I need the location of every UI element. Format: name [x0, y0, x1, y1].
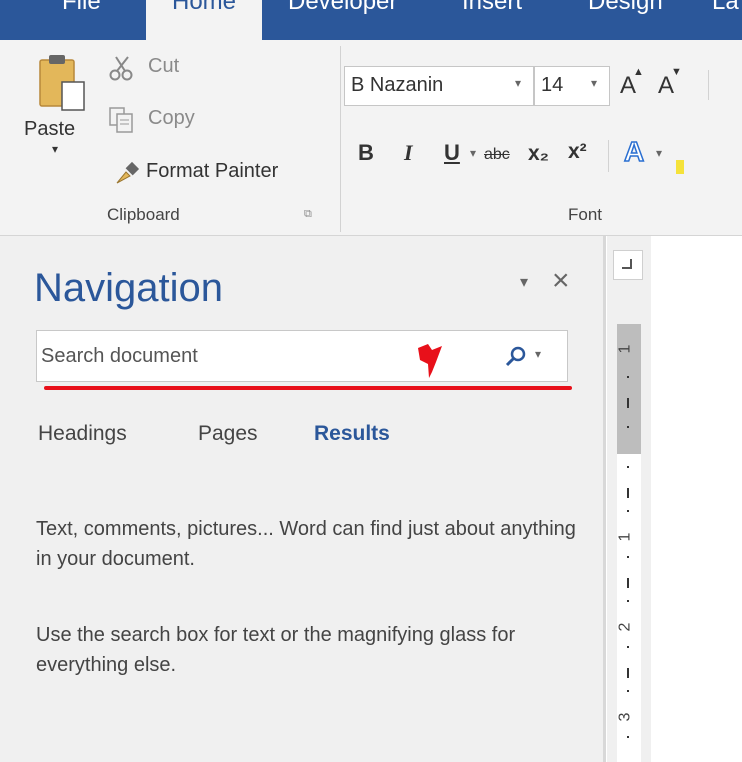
tab-results[interactable]: Results: [314, 422, 390, 446]
red-underline-annotation: [44, 386, 572, 390]
clipboard-group-label: Clipboard: [107, 205, 180, 224]
paste-dropdown-arrow[interactable]: ▾: [52, 142, 58, 156]
ruler-tick: [627, 426, 629, 428]
ruler-label: 2: [616, 622, 634, 632]
close-icon[interactable]: ×: [552, 264, 570, 298]
highlight-color-icon[interactable]: [676, 140, 684, 174]
font-name-value: B Nazanin: [351, 74, 444, 96]
ruler-tick: [627, 736, 629, 738]
font-group-label: Font: [568, 205, 603, 224]
group-separator: [340, 46, 341, 232]
italic-button[interactable]: I: [404, 140, 413, 166]
magnifying-glass-icon[interactable]: [505, 345, 527, 367]
search-options-dropdown-icon[interactable]: ▾: [535, 347, 541, 361]
clipboard-paste-icon: [39, 55, 85, 111]
copy-button[interactable]: Copy: [108, 104, 228, 134]
ruler-tick: [627, 690, 629, 692]
tab-pages[interactable]: Pages: [198, 422, 258, 446]
format-painter-label: Format Painter: [146, 160, 279, 182]
bold-button[interactable]: B: [358, 140, 374, 166]
ruler-tick: [627, 668, 629, 678]
font-size-dropdown-icon[interactable]: ▾: [591, 76, 597, 90]
results-help-text-1: Text, comments, pictures... Word can fin…: [36, 518, 576, 570]
ruler-tick: [627, 488, 629, 498]
text-effects-button[interactable]: A: [623, 135, 645, 168]
navigation-pane: Navigation ▾ × Search document ▾ Heading…: [0, 236, 603, 762]
document-ruler-area: 1 1 2 3: [603, 236, 742, 762]
tab-file[interactable]: File: [62, 0, 101, 16]
format-painter-button[interactable]: Format Painter: [114, 156, 324, 188]
navigation-title: Navigation: [34, 266, 224, 310]
text-effects-dropdown-icon[interactable]: ▾: [656, 146, 662, 160]
search-placeholder: Search document: [41, 345, 198, 367]
ruler-tick: [627, 646, 629, 648]
strikethrough-button[interactable]: abc: [484, 146, 510, 164]
paste-label: Paste: [24, 118, 76, 140]
subscript-button[interactable]: x₂: [528, 142, 549, 166]
ruler-tick: [627, 466, 629, 468]
red-arrow-annotation-icon: [418, 344, 442, 378]
ruler-tick: [627, 376, 629, 378]
tab-selector-button[interactable]: [613, 250, 643, 280]
ribbon-panel: Paste ▾ Cut Copy Format Painter Clipboar…: [0, 40, 742, 236]
tab-design[interactable]: Design: [588, 0, 663, 16]
cut-label: Cut: [148, 55, 180, 77]
ruler-tick: [627, 510, 629, 512]
font-size-value: 14: [541, 74, 564, 96]
font-separator-2: [608, 140, 609, 172]
tab-developer[interactable]: Developer: [288, 0, 397, 16]
scissors-icon: [109, 56, 133, 81]
superscript-button[interactable]: x²: [568, 140, 587, 164]
font-name-combo[interactable]: B Nazanin ▾: [344, 66, 534, 106]
copy-label: Copy: [148, 107, 195, 129]
results-help-text-2: Use the search box for text or the magni…: [36, 624, 516, 676]
font-size-combo[interactable]: 14 ▾: [534, 66, 610, 106]
search-input[interactable]: Search document ▾: [36, 330, 568, 382]
tab-home[interactable]: Home: [146, 0, 262, 40]
grow-font-icon: ▲: [633, 66, 644, 78]
paintbrush-icon: [116, 161, 140, 184]
ruler-tick: [627, 578, 629, 588]
ruler-tick: [627, 556, 629, 558]
pane-splitter[interactable]: [603, 236, 606, 762]
ruler-tick: [627, 600, 629, 602]
font-separator: [708, 70, 709, 100]
cut-button[interactable]: Cut: [108, 52, 218, 82]
ruler-label: 1: [616, 344, 634, 354]
ribbon-tab-bar: File Home Developer Insert Design La: [0, 0, 742, 40]
tab-layout[interactable]: La: [712, 0, 739, 16]
copy-icon: [109, 107, 133, 133]
pane-options-dropdown-icon[interactable]: ▾: [520, 272, 528, 292]
ruler-label: 1: [616, 532, 634, 542]
underline-dropdown-icon[interactable]: ▾: [470, 146, 476, 160]
left-tab-icon: [622, 259, 632, 269]
shrink-font-icon: ▼: [671, 66, 682, 78]
tab-headings[interactable]: Headings: [38, 422, 127, 446]
paste-button[interactable]: Paste ▾: [24, 54, 100, 164]
clipboard-dialog-launcher-icon[interactable]: ⧉: [304, 208, 312, 221]
tab-insert[interactable]: Insert: [462, 0, 522, 16]
ruler-tick: [627, 398, 629, 408]
ruler-label: 3: [616, 712, 634, 722]
underline-button[interactable]: U: [444, 140, 460, 166]
font-name-dropdown-icon[interactable]: ▾: [515, 76, 521, 90]
